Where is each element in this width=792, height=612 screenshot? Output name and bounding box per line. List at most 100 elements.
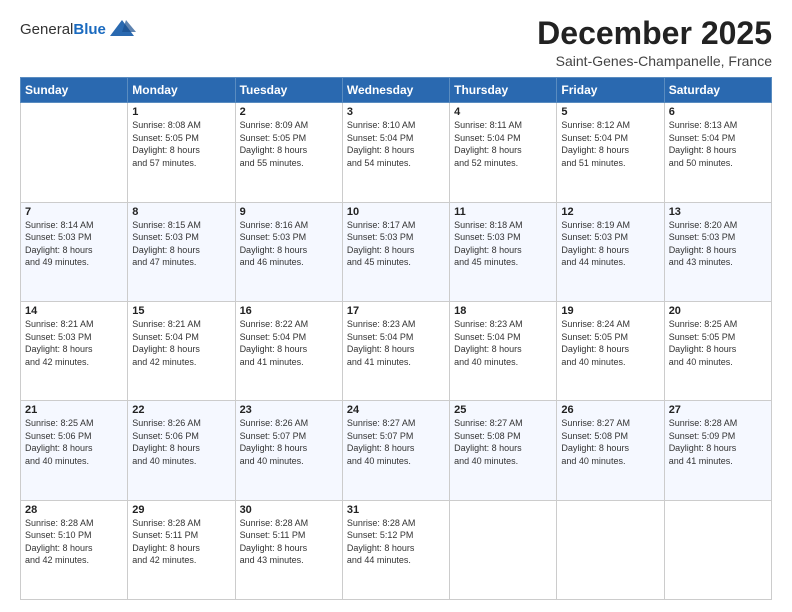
- day-number: 11: [454, 206, 552, 218]
- day-header-wednesday: Wednesday: [342, 78, 449, 103]
- day-info: Sunrise: 8:14 AM Sunset: 5:03 PM Dayligh…: [25, 220, 94, 268]
- calendar-cell: [557, 500, 664, 599]
- day-info: Sunrise: 8:28 AM Sunset: 5:11 PM Dayligh…: [132, 518, 201, 566]
- day-info: Sunrise: 8:23 AM Sunset: 5:04 PM Dayligh…: [347, 319, 416, 367]
- day-number: 17: [347, 305, 445, 317]
- day-header-sunday: Sunday: [21, 78, 128, 103]
- title-block: December 2025 Saint-Genes-Champanelle, F…: [537, 16, 772, 69]
- day-number: 23: [240, 404, 338, 416]
- day-number: 31: [347, 504, 445, 516]
- day-number: 12: [561, 206, 659, 218]
- day-number: 9: [240, 206, 338, 218]
- day-number: 5: [561, 106, 659, 118]
- day-header-thursday: Thursday: [450, 78, 557, 103]
- day-number: 3: [347, 106, 445, 118]
- day-number: 13: [669, 206, 767, 218]
- day-info: Sunrise: 8:18 AM Sunset: 5:03 PM Dayligh…: [454, 220, 523, 268]
- calendar-cell: 5Sunrise: 8:12 AM Sunset: 5:04 PM Daylig…: [557, 103, 664, 202]
- calendar-cell: 4Sunrise: 8:11 AM Sunset: 5:04 PM Daylig…: [450, 103, 557, 202]
- day-header-tuesday: Tuesday: [235, 78, 342, 103]
- calendar-cell: 6 Sunrise: 8:13 AM Sunset: 5:04 PM Daylig…: [664, 103, 771, 202]
- calendar-cell: 20 Sunrise: 8:25 AM Sunset: 5:05 PM Dayli…: [664, 301, 771, 400]
- day-info: Sunrise: 8:21 AM Sunset: 5:03 PM Dayligh…: [25, 319, 94, 367]
- calendar-cell: [664, 500, 771, 599]
- calendar-cell: 18 Sunrise: 8:23 AM Sunset: 5:04 PM Dayli…: [450, 301, 557, 400]
- calendar-cell: 1Sunrise: 8:08 AM Sunset: 5:05 PM Daylig…: [128, 103, 235, 202]
- logo: GeneralBlue: [20, 16, 136, 44]
- day-info: Sunrise: 8:23 AM Sunset: 5:04 PM Dayligh…: [454, 319, 523, 367]
- calendar-cell: 15Sunrise: 8:21 AM Sunset: 5:04 PM Dayli…: [128, 301, 235, 400]
- day-info: Sunrise: 8:15 AM Sunset: 5:03 PM Dayligh…: [132, 220, 201, 268]
- day-info: Sunrise: 8:22 AM Sunset: 5:04 PM Dayligh…: [240, 319, 309, 367]
- day-number: 1: [132, 106, 230, 118]
- calendar-cell: 14 Sunrise: 8:21 AM Sunset: 5:03 PM Dayli…: [21, 301, 128, 400]
- week-row-1: 1Sunrise: 8:08 AM Sunset: 5:05 PM Daylig…: [21, 103, 772, 202]
- day-number: 26: [561, 404, 659, 416]
- day-number: 28: [25, 504, 123, 516]
- calendar-cell: 27 Sunrise: 8:28 AM Sunset: 5:09 PM Dayli…: [664, 401, 771, 500]
- header: GeneralBlue December 2025 Saint-Genes-Ch…: [20, 16, 772, 69]
- day-number: 7: [25, 206, 123, 218]
- day-header-monday: Monday: [128, 78, 235, 103]
- day-info: Sunrise: 8:26 AM Sunset: 5:06 PM Dayligh…: [132, 418, 201, 466]
- day-info: Sunrise: 8:27 AM Sunset: 5:08 PM Dayligh…: [454, 418, 523, 466]
- day-info: Sunrise: 8:28 AM Sunset: 5:10 PM Dayligh…: [25, 518, 94, 566]
- calendar-cell: 13 Sunrise: 8:20 AM Sunset: 5:03 PM Dayli…: [664, 202, 771, 301]
- day-number: 10: [347, 206, 445, 218]
- calendar-cell: 17 Sunrise: 8:23 AM Sunset: 5:04 PM Dayli…: [342, 301, 449, 400]
- day-info: Sunrise: 8:17 AM Sunset: 5:03 PM Dayligh…: [347, 220, 416, 268]
- day-number: 16: [240, 305, 338, 317]
- day-number: 21: [25, 404, 123, 416]
- day-info: Sunrise: 8:25 AM Sunset: 5:06 PM Dayligh…: [25, 418, 94, 466]
- day-number: 8: [132, 206, 230, 218]
- calendar-cell: 19 Sunrise: 8:24 AM Sunset: 5:05 PM Dayli…: [557, 301, 664, 400]
- calendar-cell: 10 Sunrise: 8:17 AM Sunset: 5:03 PM Dayli…: [342, 202, 449, 301]
- day-info: Sunrise: 8:28 AM Sunset: 5:09 PM Dayligh…: [669, 418, 738, 466]
- calendar-cell: 9Sunrise: 8:16 AM Sunset: 5:03 PM Daylig…: [235, 202, 342, 301]
- day-number: 22: [132, 404, 230, 416]
- day-number: 2: [240, 106, 338, 118]
- calendar-cell: 29 Sunrise: 8:28 AM Sunset: 5:11 PM Dayli…: [128, 500, 235, 599]
- calendar-header-row: SundayMondayTuesdayWednesdayThursdayFrid…: [21, 78, 772, 103]
- day-info: Sunrise: 8:19 AM Sunset: 5:03 PM Dayligh…: [561, 220, 630, 268]
- day-info: Sunrise: 8:25 AM Sunset: 5:05 PM Dayligh…: [669, 319, 738, 367]
- day-info: Sunrise: 8:27 AM Sunset: 5:08 PM Dayligh…: [561, 418, 630, 466]
- day-number: 27: [669, 404, 767, 416]
- calendar-cell: 2 Sunrise: 8:09 AM Sunset: 5:05 PM Daylig…: [235, 103, 342, 202]
- day-info: Sunrise: 8:20 AM Sunset: 5:03 PM Dayligh…: [669, 220, 738, 268]
- day-number: 30: [240, 504, 338, 516]
- week-row-3: 14 Sunrise: 8:21 AM Sunset: 5:03 PM Dayli…: [21, 301, 772, 400]
- week-row-4: 21 Sunrise: 8:25 AM Sunset: 5:06 PM Dayli…: [21, 401, 772, 500]
- day-info: Sunrise: 8:24 AM Sunset: 5:05 PM Dayligh…: [561, 319, 630, 367]
- calendar-cell: 7 Sunrise: 8:14 AM Sunset: 5:03 PM Daylig…: [21, 202, 128, 301]
- subtitle: Saint-Genes-Champanelle, France: [537, 53, 772, 69]
- day-number: 19: [561, 305, 659, 317]
- day-info: Sunrise: 8:09 AM Sunset: 5:05 PM Dayligh…: [240, 120, 309, 168]
- logo-general: GeneralBlue: [20, 21, 106, 38]
- day-header-saturday: Saturday: [664, 78, 771, 103]
- calendar-cell: 22 Sunrise: 8:26 AM Sunset: 5:06 PM Dayli…: [128, 401, 235, 500]
- day-header-friday: Friday: [557, 78, 664, 103]
- calendar-cell: 12 Sunrise: 8:19 AM Sunset: 5:03 PM Dayli…: [557, 202, 664, 301]
- logo-icon: [108, 16, 136, 44]
- day-info: Sunrise: 8:28 AM Sunset: 5:11 PM Dayligh…: [240, 518, 309, 566]
- day-number: 18: [454, 305, 552, 317]
- day-number: 25: [454, 404, 552, 416]
- day-number: 14: [25, 305, 123, 317]
- calendar-cell: 11 Sunrise: 8:18 AM Sunset: 5:03 PM Dayli…: [450, 202, 557, 301]
- week-row-2: 7 Sunrise: 8:14 AM Sunset: 5:03 PM Daylig…: [21, 202, 772, 301]
- day-number: 29: [132, 504, 230, 516]
- calendar-cell: 16 Sunrise: 8:22 AM Sunset: 5:04 PM Dayli…: [235, 301, 342, 400]
- day-info: Sunrise: 8:27 AM Sunset: 5:07 PM Dayligh…: [347, 418, 416, 466]
- day-number: 6: [669, 106, 767, 118]
- calendar-cell: 31 Sunrise: 8:28 AM Sunset: 5:12 PM Dayli…: [342, 500, 449, 599]
- calendar-cell: 8 Sunrise: 8:15 AM Sunset: 5:03 PM Daylig…: [128, 202, 235, 301]
- day-number: 20: [669, 305, 767, 317]
- calendar-cell: 3Sunrise: 8:10 AM Sunset: 5:04 PM Daylig…: [342, 103, 449, 202]
- day-info: Sunrise: 8:13 AM Sunset: 5:04 PM Dayligh…: [669, 120, 738, 168]
- page: GeneralBlue December 2025 Saint-Genes-Ch…: [0, 0, 792, 612]
- day-number: 4: [454, 106, 552, 118]
- calendar-cell: 26 Sunrise: 8:27 AM Sunset: 5:08 PM Dayli…: [557, 401, 664, 500]
- day-info: Sunrise: 8:28 AM Sunset: 5:12 PM Dayligh…: [347, 518, 416, 566]
- day-info: Sunrise: 8:21 AM Sunset: 5:04 PM Dayligh…: [132, 319, 201, 367]
